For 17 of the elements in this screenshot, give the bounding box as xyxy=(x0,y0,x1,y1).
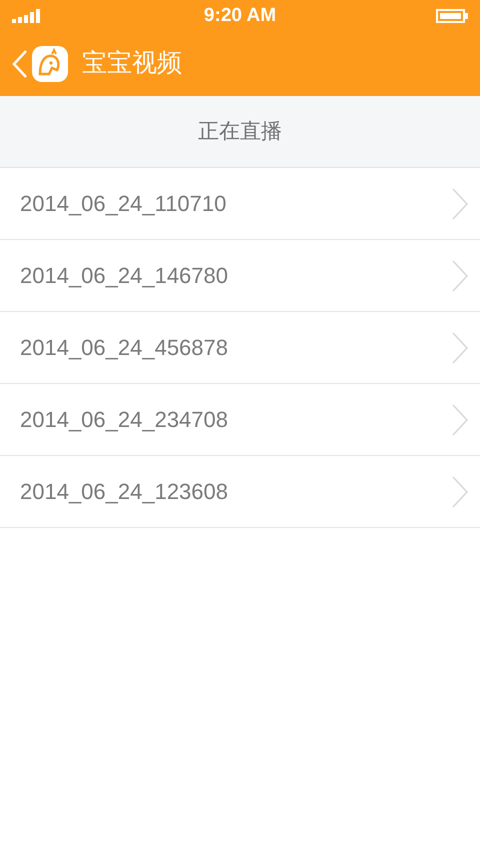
app-logo-icon xyxy=(32,46,68,82)
video-list-item[interactable]: 2014_06_24_146780 xyxy=(0,240,480,312)
video-list-item[interactable]: 2014_06_24_123608 xyxy=(0,456,480,528)
section-title: 正在直播 xyxy=(198,118,282,145)
chevron-right-icon xyxy=(452,188,468,220)
video-list-item[interactable]: 2014_06_24_456878 xyxy=(0,312,480,384)
back-button[interactable] xyxy=(12,49,28,79)
chevron-right-icon xyxy=(452,404,468,436)
video-list-item[interactable]: 2014_06_24_234708 xyxy=(0,384,480,456)
video-list-item[interactable]: 2014_06_24_110710 xyxy=(0,168,480,240)
chevron-right-icon xyxy=(452,332,468,364)
signal-icon xyxy=(12,9,42,23)
status-time: 9:20 AM xyxy=(204,4,276,28)
header-title: 宝宝视频 xyxy=(82,48,182,80)
chevron-right-icon xyxy=(452,260,468,292)
chevron-right-icon xyxy=(452,476,468,508)
battery-icon xyxy=(436,9,468,23)
